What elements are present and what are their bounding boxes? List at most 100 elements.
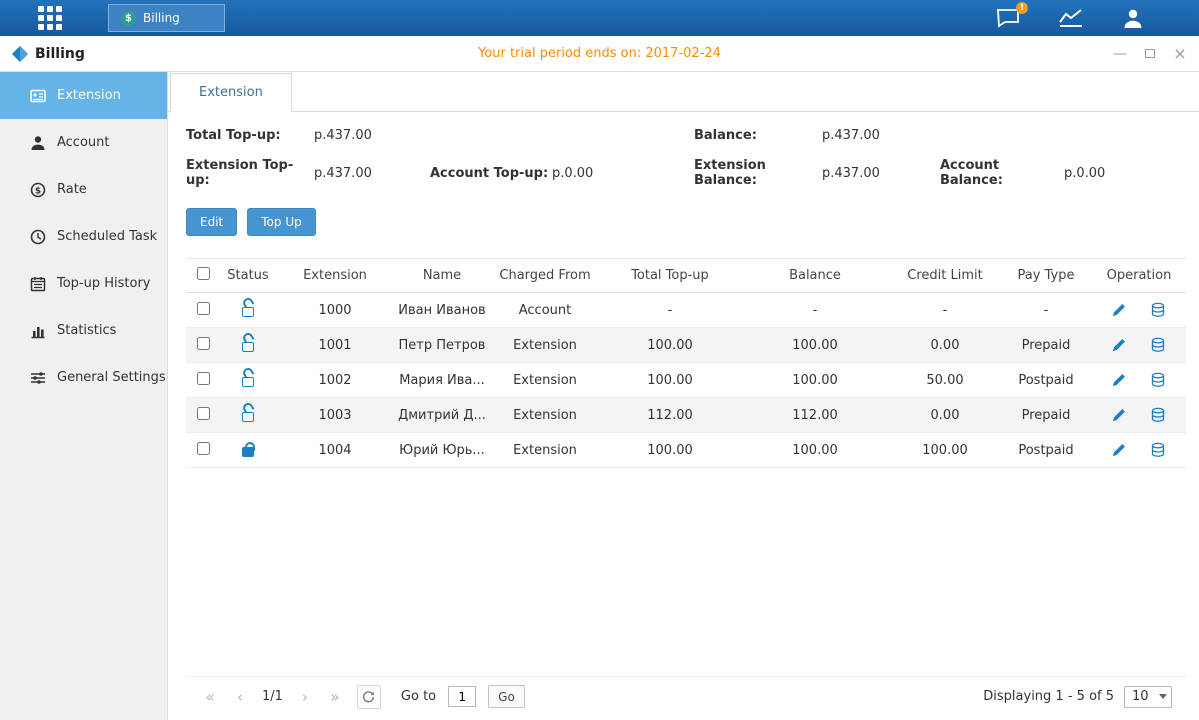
close-button[interactable]: ×	[1173, 47, 1187, 61]
unlocked-status-icon[interactable]	[240, 407, 256, 423]
edit-button[interactable]: Edit	[186, 208, 237, 236]
cell-charged-from: Extension	[490, 433, 600, 468]
table-row[interactable]: 1004 Юрий Юрь... Extension 100.00 100.00…	[186, 433, 1186, 468]
bar-chart-icon	[30, 323, 46, 339]
topup-row-icon[interactable]	[1150, 442, 1166, 458]
cell-name: Дмитрий Д...	[394, 398, 490, 433]
col-extension[interactable]: Extension	[276, 259, 394, 293]
locked-status-icon[interactable]	[240, 442, 256, 458]
minimize-button[interactable]: —	[1113, 47, 1127, 61]
prev-page-button[interactable]: ‹	[228, 685, 252, 709]
edit-row-icon[interactable]	[1112, 443, 1126, 457]
sidebar-item-label: Top-up History	[57, 276, 151, 291]
title-left: Billing	[12, 46, 85, 62]
sidebar-item-scheduled-task[interactable]: Scheduled Task	[0, 213, 167, 260]
cell-pay-type: -	[1000, 293, 1092, 328]
main-panel: Extension Total Top-up: p.437.00 Balance…	[168, 72, 1199, 720]
topup-row-icon[interactable]	[1150, 407, 1166, 423]
statistics-chart-icon[interactable]	[1058, 8, 1084, 28]
extension-topup-label: Extension Top-up:	[186, 158, 314, 188]
rate-coin-icon: $	[30, 182, 46, 198]
sidebar-item-label: Extension	[57, 88, 121, 103]
app-body: Extension Account $ Rate Scheduled Task …	[0, 72, 1199, 720]
topup-row-icon[interactable]	[1150, 337, 1166, 353]
page-size-select[interactable]: 10	[1124, 686, 1172, 708]
unlocked-status-icon[interactable]	[240, 302, 256, 318]
cell-extension: 1004	[276, 433, 394, 468]
billing-app-window: $ Billing ! Billing Your trial period en…	[0, 0, 1199, 720]
account-topup-label: Account Top-up:	[430, 166, 552, 181]
extension-balance-label: Extension Balance:	[694, 158, 822, 188]
user-icon[interactable]	[1122, 8, 1144, 29]
edit-row-icon[interactable]	[1112, 408, 1126, 422]
table-row[interactable]: 1002 Мария Ива... Extension 100.00 100.0…	[186, 363, 1186, 398]
col-credit-limit[interactable]: Credit Limit	[890, 259, 1000, 293]
clock-icon	[30, 229, 46, 245]
sidebar-item-rate[interactable]: $ Rate	[0, 166, 167, 213]
account-person-icon	[30, 135, 46, 151]
cell-name: Петр Петров	[394, 328, 490, 363]
cell-pay-type: Prepaid	[1000, 328, 1092, 363]
cell-extension: 1002	[276, 363, 394, 398]
next-page-button[interactable]: ›	[293, 685, 317, 709]
last-page-button[interactable]: »	[323, 685, 347, 709]
topbar-right-icons: !	[996, 8, 1199, 29]
sidebar-item-topup-history[interactable]: Top-up History	[0, 260, 167, 307]
col-balance[interactable]: Balance	[740, 259, 890, 293]
balance-value: p.437.00	[822, 128, 940, 143]
tab-extension[interactable]: Extension	[170, 73, 292, 112]
app-launcher-icon[interactable]	[38, 6, 62, 30]
account-balance-value: p.0.00	[1064, 166, 1186, 181]
cell-credit-limit: -	[890, 293, 1000, 328]
maximize-button[interactable]	[1143, 47, 1157, 61]
edit-row-icon[interactable]	[1112, 303, 1126, 317]
cell-credit-limit: 50.00	[890, 363, 1000, 398]
cell-total-topup: 112.00	[600, 398, 740, 433]
extension-balance-value: p.437.00	[822, 166, 940, 181]
notifications-icon[interactable]: !	[996, 8, 1020, 28]
extension-topup-value: p.437.00	[314, 166, 430, 181]
cell-name: Юрий Юрь...	[394, 433, 490, 468]
sidebar-item-extension[interactable]: Extension	[0, 72, 167, 119]
edit-row-icon[interactable]	[1112, 338, 1126, 352]
sidebar-item-general-settings[interactable]: General Settings	[0, 354, 167, 401]
top-up-button[interactable]: Top Up	[247, 208, 315, 236]
cell-charged-from: Extension	[490, 398, 600, 433]
go-button[interactable]: Go	[488, 685, 525, 708]
topup-row-icon[interactable]	[1150, 302, 1166, 318]
topup-row-icon[interactable]	[1150, 372, 1166, 388]
col-charged-from[interactable]: Charged From	[490, 259, 600, 293]
row-checkbox[interactable]	[197, 372, 210, 385]
topbar-billing-tab[interactable]: $ Billing	[108, 4, 225, 32]
settings-sliders-icon	[30, 370, 46, 386]
sidebar-item-label: Rate	[57, 182, 87, 197]
col-name[interactable]: Name	[394, 259, 490, 293]
first-page-button[interactable]: «	[198, 685, 222, 709]
row-checkbox[interactable]	[197, 302, 210, 315]
cell-balance: 100.00	[740, 433, 890, 468]
cell-extension: 1001	[276, 328, 394, 363]
row-checkbox[interactable]	[197, 407, 210, 420]
sidebar-item-account[interactable]: Account	[0, 119, 167, 166]
unlocked-status-icon[interactable]	[240, 337, 256, 353]
select-all-checkbox[interactable]	[197, 267, 210, 280]
col-pay-type[interactable]: Pay Type	[1000, 259, 1092, 293]
maximize-icon	[1145, 49, 1155, 58]
row-checkbox[interactable]	[197, 442, 210, 455]
row-checkbox[interactable]	[197, 337, 210, 350]
table-row[interactable]: 1000 Иван Иванов Account - - - -	[186, 293, 1186, 328]
table-row[interactable]: 1001 Петр Петров Extension 100.00 100.00…	[186, 328, 1186, 363]
goto-page-input[interactable]	[448, 686, 476, 707]
col-status[interactable]: Status	[220, 259, 276, 293]
pagination-right: Displaying 1 - 5 of 5 10	[983, 686, 1182, 708]
sidebar-item-statistics[interactable]: Statistics	[0, 307, 167, 354]
chevron-down-icon	[1155, 694, 1171, 699]
unlocked-status-icon[interactable]	[240, 372, 256, 388]
table-row[interactable]: 1003 Дмитрий Д... Extension 112.00 112.0…	[186, 398, 1186, 433]
goto-label: Go to	[401, 689, 436, 704]
edit-row-icon[interactable]	[1112, 373, 1126, 387]
refresh-button[interactable]	[357, 685, 381, 709]
col-total-topup[interactable]: Total Top-up	[600, 259, 740, 293]
cell-credit-limit: 0.00	[890, 398, 1000, 433]
cell-name: Мария Ива...	[394, 363, 490, 398]
